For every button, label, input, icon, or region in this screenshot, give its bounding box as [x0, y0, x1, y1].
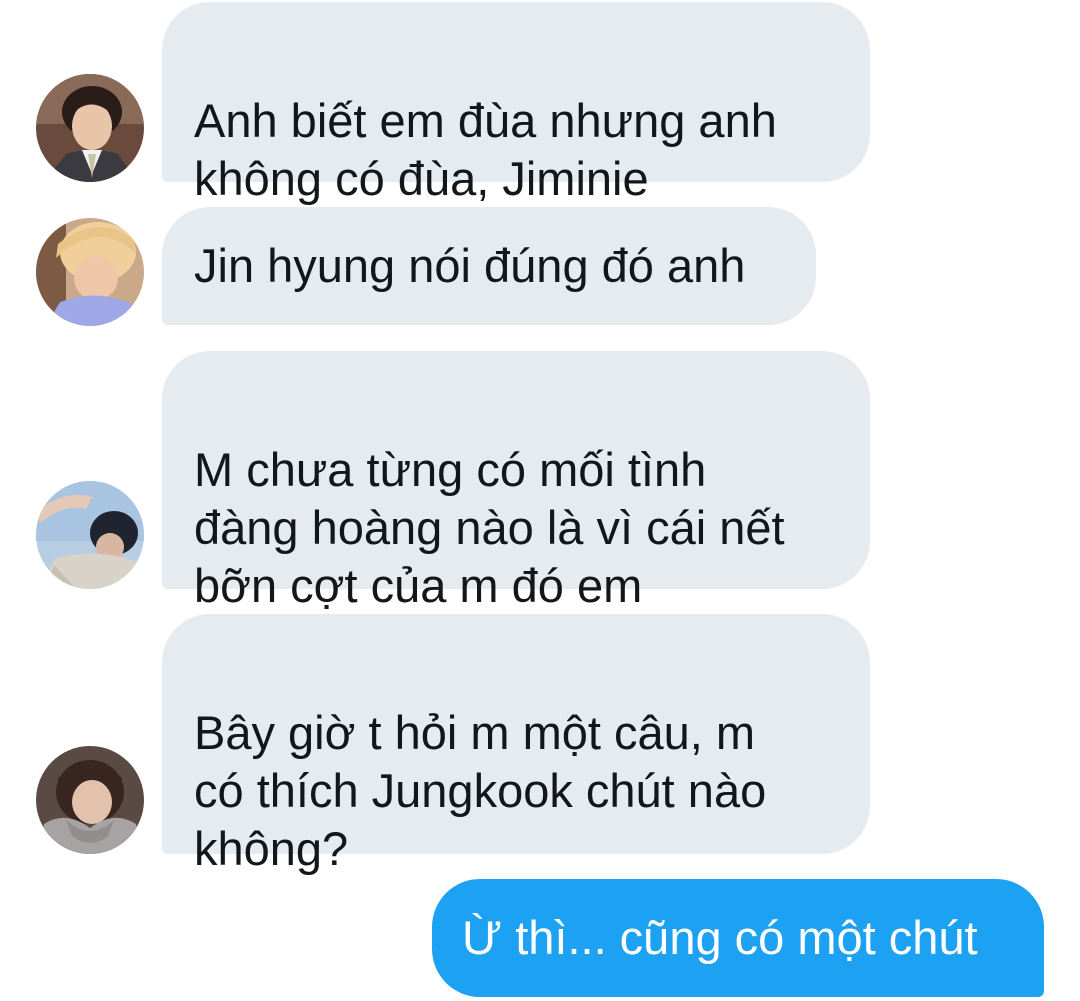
avatar-sky[interactable]	[36, 481, 144, 589]
avatar-hoodie[interactable]	[36, 746, 144, 854]
message-bubble-incoming[interactable]: Bây giờ t hỏi m một câu, m có thích Jung…	[162, 614, 870, 875]
avatar-image	[36, 218, 144, 326]
message-bubble-incoming[interactable]: M chưa từng có mối tình đàng hoàng nào l…	[162, 351, 870, 612]
message-bubble-outgoing[interactable]: Ừ thì... cũng có một chút	[432, 879, 1044, 997]
avatar-blonde[interactable]	[36, 218, 144, 326]
avatar-jin[interactable]	[36, 74, 144, 182]
avatar-image	[36, 481, 144, 589]
message-text: Bây giờ t hỏi m một câu, m có thích Jung…	[194, 706, 767, 875]
message-text: Ừ thì... cũng có một chút	[462, 911, 978, 964]
message-text: M chưa từng có mối tình đàng hoàng nào l…	[194, 443, 785, 612]
avatar-image	[36, 74, 144, 182]
message-text: Anh biết em đùa nhưng anh không có đùa, …	[194, 94, 777, 205]
avatar-image	[36, 746, 144, 854]
message-bubble-incoming[interactable]: Jin hyung nói đúng đó anh	[162, 207, 816, 325]
message-text: Jin hyung nói đúng đó anh	[194, 239, 746, 292]
message-bubble-incoming[interactable]: Anh biết em đùa nhưng anh không có đùa, …	[162, 2, 870, 205]
